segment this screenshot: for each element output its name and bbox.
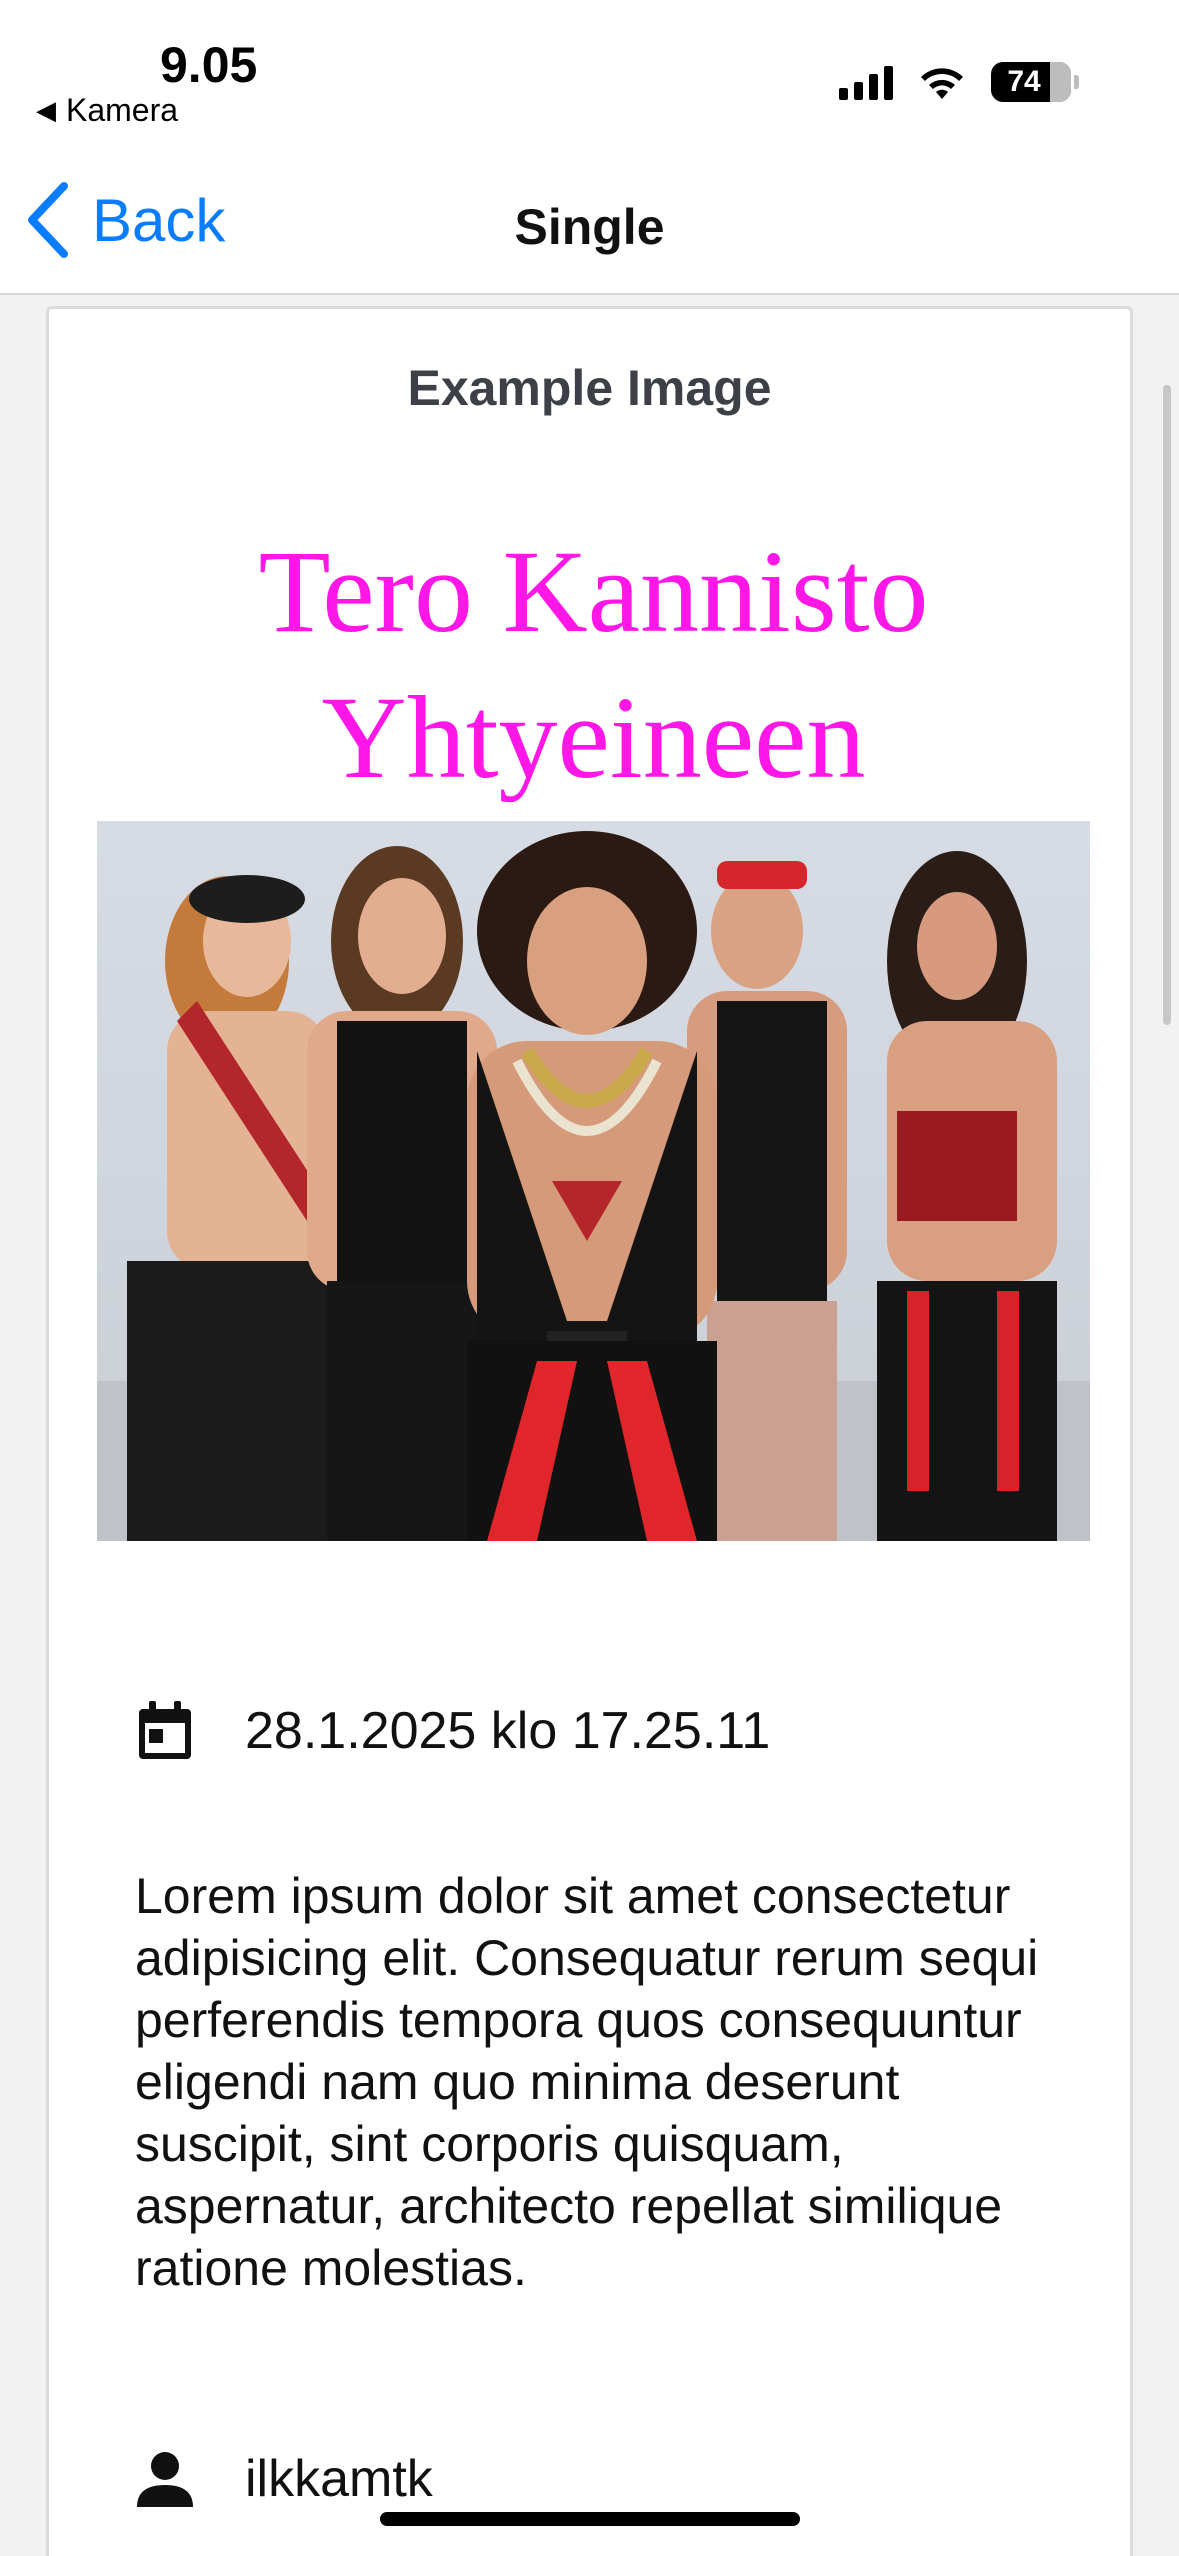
post-image: Tero Kannisto Yhtyeineen bbox=[97, 519, 1090, 1541]
return-app-label: Kamera bbox=[66, 92, 179, 128]
navigation-bar: Back Single bbox=[0, 150, 1179, 295]
battery-icon: 74 bbox=[991, 62, 1071, 102]
band-photo bbox=[97, 821, 1090, 1541]
home-indicator[interactable] bbox=[380, 2512, 800, 2526]
poster-line-1: Tero Kannisto bbox=[258, 526, 929, 657]
status-bar: 9.05 ◀ Kamera 74 bbox=[0, 0, 1179, 150]
poster-line-2: Yhtyeineen bbox=[321, 672, 866, 803]
wifi-icon bbox=[921, 68, 963, 99]
return-to-app-button[interactable]: ◀ Kamera bbox=[36, 92, 178, 129]
post-date: 28.1.2025 klo 17.25.11 bbox=[245, 1702, 771, 1760]
post-author: ilkkamtk bbox=[245, 2450, 433, 2508]
calendar-icon bbox=[139, 1701, 191, 1759]
battery-level: 74 bbox=[1007, 65, 1041, 98]
post-description: Lorem ipsum dolor sit amet consectetur a… bbox=[135, 1868, 1039, 2296]
poster-caption: Tero Kannisto Yhtyeineen bbox=[97, 519, 1090, 811]
date-row: 28.1.2025 klo 17.25.11 bbox=[135, 1699, 770, 1763]
post-title: Example Image bbox=[407, 360, 772, 416]
cellular-signal-icon bbox=[839, 64, 893, 100]
status-time: 9.05 bbox=[160, 37, 258, 93]
back-triangle-icon: ◀ bbox=[36, 95, 56, 125]
scrollbar[interactable] bbox=[1163, 385, 1171, 1025]
person-icon bbox=[137, 2452, 193, 2507]
author-row: ilkkamtk bbox=[135, 2449, 433, 2509]
post-card: Example Image Tero Kannisto Yhtyeineen 2… bbox=[46, 306, 1133, 2556]
status-icons: 74 bbox=[839, 62, 1079, 102]
page-title: Single bbox=[514, 199, 665, 255]
